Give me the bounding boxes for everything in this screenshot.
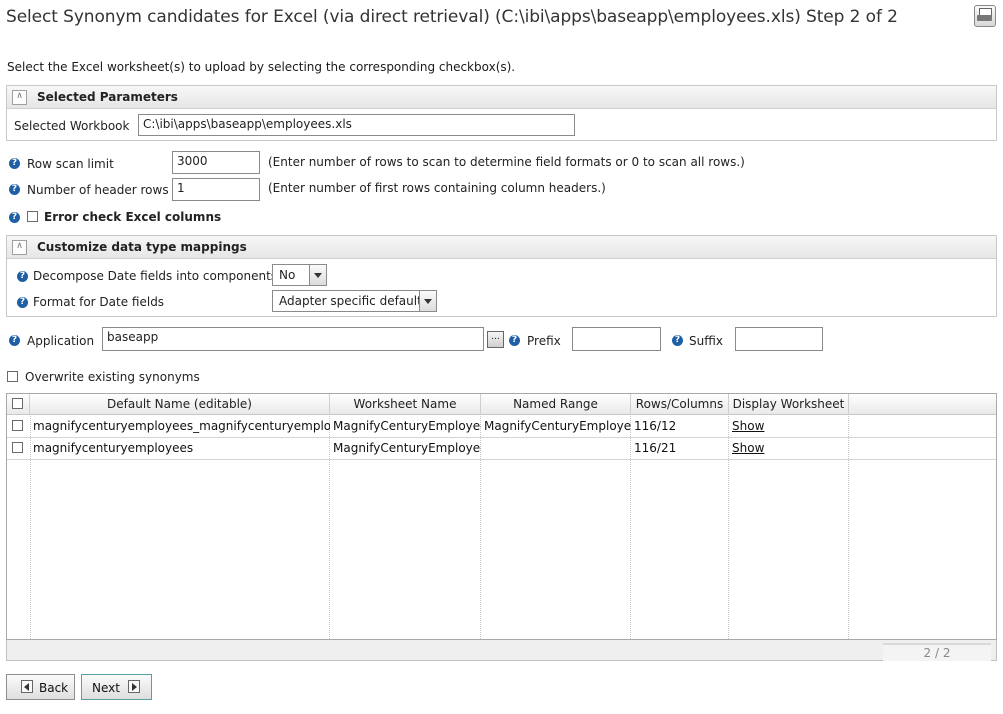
suffix-input[interactable] [735,327,823,351]
column-header[interactable]: Display Worksheet [729,394,849,414]
pager-text: 2 / 2 [883,643,991,661]
decompose-select[interactable]: No [272,264,327,286]
rows-columns-cell: 116/21 [634,441,677,455]
chevron-down-icon[interactable] [309,265,326,285]
application-label: Application [27,334,95,348]
worksheet-grid: Default Name (editable) Worksheet Name N… [6,393,997,640]
grid-header: Default Name (editable) Worksheet Name N… [7,394,996,415]
column-header[interactable]: Worksheet Name [330,394,481,414]
table-row[interactable]: magnifycenturyemployees MagnifyCenturyEm… [7,437,996,460]
named-range-cell: MagnifyCenturyEmployees [484,419,631,433]
selected-workbook-field[interactable]: C:\ibi\apps\baseapp\employees.xls [138,114,575,136]
overwrite-checkbox[interactable] [7,371,18,382]
print-icon[interactable] [974,5,996,27]
default-name-cell[interactable]: magnifycenturyemployees_magnifycenturyem… [30,415,330,437]
prefix-label: Prefix [527,334,561,348]
worksheet-name-cell: MagnifyCenturyEmployees [333,441,481,455]
customize-panel: ∧ Customize data type mappings ? Decompo… [6,235,997,317]
next-arrow-icon [128,680,140,693]
decompose-label: Decompose Date fields into components [33,269,278,283]
show-link[interactable]: Show [729,415,849,437]
rows-columns-cell: 116/12 [634,419,677,433]
collapse-icon[interactable]: ∧ [12,90,27,105]
collapse-icon[interactable]: ∧ [12,240,27,255]
table-row[interactable]: magnifycenturyemployees_magnifycenturyem… [7,415,996,438]
selected-parameters-panel: ∧ Selected Parameters Selected Workbook … [6,85,997,141]
header-rows-input[interactable]: 1 [172,178,260,201]
row-checkbox[interactable] [12,420,23,431]
header-rows-hint: (Enter number of first rows containing c… [268,181,606,195]
named-range-cell [481,437,631,459]
selected-parameters-header: ∧ Selected Parameters [7,86,996,109]
application-input[interactable]: baseapp [102,327,484,351]
prefix-input[interactable] [572,327,661,351]
customize-header: ∧ Customize data type mappings [7,236,996,259]
help-icon[interactable]: ? [9,212,20,223]
help-icon[interactable]: ? [9,184,20,195]
row-scan-label: Row scan limit [27,157,114,171]
column-header[interactable]: Named Range [481,394,631,414]
browse-button[interactable]: ... [487,331,504,348]
row-scan-input[interactable]: 3000 [172,151,260,174]
chevron-down-icon[interactable] [419,291,436,311]
instructions-text: Select the Excel worksheet(s) to upload … [7,60,516,74]
show-link[interactable]: Show [729,437,849,459]
date-format-value: Adapter specific default [279,294,422,308]
help-icon[interactable]: ? [9,335,20,346]
select-all-cell [7,394,30,414]
error-check-checkbox[interactable] [27,211,38,222]
date-format-label: Format for Date fields [33,295,165,309]
help-icon[interactable]: ? [672,335,683,346]
back-button[interactable]: Back [6,674,75,700]
select-all-checkbox[interactable] [12,398,23,409]
header-rows-label: Number of header rows [27,183,169,197]
overwrite-label: Overwrite existing synonyms [25,370,200,384]
page-title: Select Synonym candidates for Excel (via… [6,7,898,27]
default-name-cell[interactable]: magnifycenturyemployees [30,437,330,459]
back-arrow-icon [21,680,33,693]
selected-workbook-label: Selected Workbook [14,119,130,133]
back-label: Back [39,681,69,695]
error-check-label: Error check Excel columns [44,210,222,224]
grid-footer: 2 / 2 [6,640,997,661]
next-button[interactable]: Next [81,674,152,700]
date-format-select[interactable]: Adapter specific default [272,290,437,312]
suffix-label: Suffix [689,334,723,348]
next-label: Next [92,681,120,695]
help-icon[interactable]: ? [17,271,28,282]
row-scan-hint: (Enter number of rows to scan to determi… [268,155,745,169]
help-icon[interactable]: ? [17,297,28,308]
customize-title: Customize data type mappings [37,240,247,254]
help-icon[interactable]: ? [9,158,20,169]
selected-parameters-title: Selected Parameters [37,90,178,104]
help-icon[interactable]: ? [509,335,520,346]
column-header[interactable]: Default Name (editable) [30,394,330,414]
decompose-value: No [279,268,296,282]
column-header[interactable]: Rows/Columns [631,394,729,414]
worksheet-name-cell: MagnifyCenturyEmployees [333,419,481,433]
row-checkbox[interactable] [12,442,23,453]
